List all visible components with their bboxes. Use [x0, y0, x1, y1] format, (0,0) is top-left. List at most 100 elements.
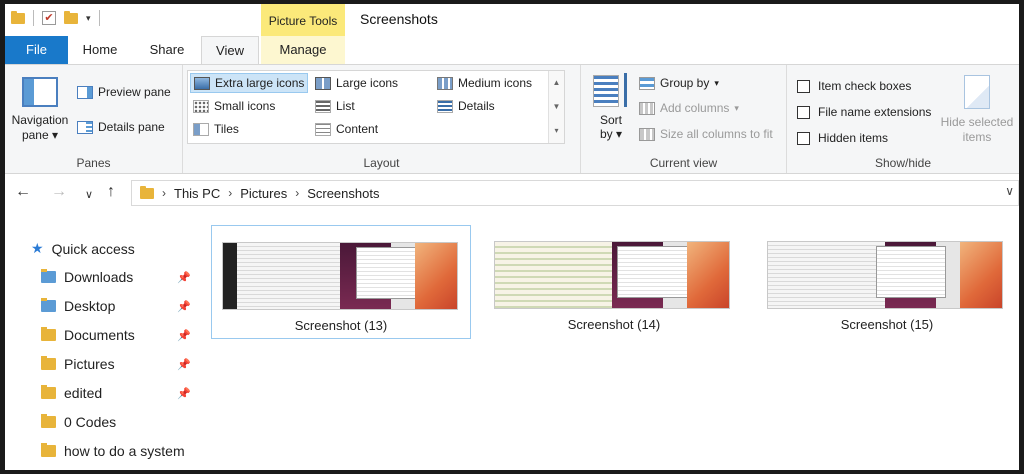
breadcrumb-pictures[interactable]: Pictures	[240, 186, 287, 201]
nav-item-0-codes[interactable]: 0 Codes	[41, 414, 116, 430]
pin-icon[interactable]: 📌	[177, 329, 191, 342]
picture-tools-context-tab: Picture Tools	[261, 4, 345, 36]
layout-content[interactable]: Content	[312, 119, 381, 139]
scroll-up-icon[interactable]: ▲	[549, 71, 564, 95]
file-item[interactable]: Screenshot (13)	[211, 225, 471, 339]
item-check-boxes-toggle[interactable]: Item check boxes	[797, 79, 911, 93]
panes-group-label: Panes	[76, 156, 111, 170]
up-arrow-icon[interactable]: ↑	[107, 183, 115, 201]
add-columns-button[interactable]: Add columns ▾	[639, 101, 739, 115]
tab-manage[interactable]: Manage	[261, 36, 345, 64]
pin-icon[interactable]: 📌	[177, 271, 191, 284]
sort-by-label-2: by	[599, 127, 613, 141]
group-by-label: Group by	[660, 76, 710, 90]
file-item[interactable]: Screenshot (15)	[757, 225, 1017, 339]
file-name: Screenshot (13)	[294, 318, 388, 333]
tab-file[interactable]: File	[5, 36, 68, 64]
pin-icon[interactable]: 📌	[177, 358, 191, 371]
panes-group: Navigation pane ▾ Preview pane Details p…	[5, 65, 183, 173]
large-icons-icon	[315, 76, 331, 90]
file-name: Screenshot (14)	[567, 317, 661, 332]
size-all-columns-button[interactable]: Size all columns to fit	[639, 127, 773, 141]
nav-item-edited[interactable]: edited 📌	[41, 385, 191, 401]
chevron-down-icon[interactable]: ∨	[1005, 184, 1014, 198]
details-pane-button[interactable]: Details pane	[77, 120, 165, 134]
address-bar[interactable]: › This PC › Pictures › Screenshots ∨	[131, 180, 1019, 206]
layout-small-icons[interactable]: Small icons	[190, 96, 278, 116]
hide-selected-label-2: items	[962, 130, 992, 144]
nav-item-how-to-do-a-system[interactable]: how to do a system	[41, 443, 185, 459]
tab-home[interactable]: Home	[68, 36, 132, 64]
thumbnail-window	[875, 246, 946, 298]
quick-access-toolbar: ✔ ▾	[11, 10, 100, 26]
show-hide-group-label: Show/hide	[874, 156, 932, 170]
pin-icon[interactable]: 📌	[177, 300, 191, 313]
item-check-boxes-label: Item check boxes	[818, 79, 912, 93]
chevron-down-icon: ▾	[616, 127, 623, 141]
content-label: Content	[336, 122, 379, 136]
tab-view[interactable]: View	[201, 36, 259, 65]
thumbnail-pane	[495, 242, 612, 308]
add-columns-icon	[639, 101, 655, 115]
navigation-pane-button[interactable]: Navigation pane ▾	[7, 77, 73, 143]
thumbnail-wallpaper	[959, 242, 1002, 308]
layout-gallery: Extra large icons Large icons Medium ico…	[187, 70, 565, 144]
documents-folder-icon	[41, 327, 56, 341]
layout-gallery-scroll: ▲ ▼ ▾	[548, 71, 564, 143]
nav-item-documents[interactable]: Documents 📌	[41, 327, 191, 343]
file-item[interactable]: Screenshot (14)	[484, 225, 744, 339]
file-thumbnail	[222, 242, 458, 310]
content-icon	[315, 122, 331, 136]
nav-item-label: how to do a system	[64, 443, 185, 459]
layout-details[interactable]: Details	[434, 96, 498, 116]
folder-icon	[41, 443, 56, 457]
medium-icons-label: Medium icons	[458, 76, 533, 90]
nav-quick-access-label: Quick access	[51, 240, 135, 257]
preview-pane-icon	[77, 85, 93, 99]
file-name-extensions-toggle[interactable]: File name extensions	[797, 105, 931, 119]
layout-extra-large-icons[interactable]: Extra large icons	[190, 73, 309, 93]
hidden-items-checkbox[interactable]	[797, 131, 810, 145]
folder-icon	[11, 10, 25, 24]
customize-toolbar-icon[interactable]: ▾	[86, 13, 91, 24]
nav-item-pictures[interactable]: Pictures 📌	[41, 356, 191, 372]
item-check-boxes-checkbox[interactable]	[797, 79, 810, 93]
sort-by-button[interactable]: Sort by ▾	[589, 73, 633, 141]
scroll-down-icon[interactable]: ▼	[549, 95, 564, 119]
preview-pane-button[interactable]: Preview pane	[77, 85, 171, 99]
hidden-items-toggle[interactable]: Hidden items	[797, 131, 888, 145]
nav-item-downloads[interactable]: Downloads 📌	[41, 269, 191, 285]
expand-gallery-icon[interactable]: ▾	[549, 119, 564, 143]
breadcrumb-this-pc[interactable]: This PC	[174, 186, 220, 201]
hide-selected-items-button[interactable]: Hide selected items	[937, 75, 1017, 145]
layout-list[interactable]: List	[312, 96, 358, 116]
back-arrow-icon[interactable]: ←	[15, 183, 31, 201]
downloads-folder-icon	[41, 269, 56, 283]
nav-item-desktop[interactable]: Desktop 📌	[41, 298, 191, 314]
pin-icon[interactable]: 📌	[177, 387, 191, 400]
forward-arrow-icon[interactable]: →	[51, 183, 67, 201]
layout-medium-icons[interactable]: Medium icons	[434, 73, 535, 93]
hide-selected-label-1: Hide selected	[940, 115, 1014, 129]
tab-share[interactable]: Share	[135, 36, 199, 64]
properties-check-icon[interactable]: ✔	[42, 11, 56, 25]
layout-tiles[interactable]: Tiles	[190, 119, 242, 139]
nav-item-label: 0 Codes	[64, 414, 117, 430]
file-name-extensions-label: File name extensions	[818, 105, 932, 119]
thumbnail-dark-strip	[223, 243, 238, 309]
file-name-extensions-checkbox[interactable]	[797, 105, 810, 119]
new-folder-icon[interactable]	[64, 10, 78, 24]
size-columns-icon	[639, 127, 655, 141]
chevron-right-icon[interactable]: ›	[228, 186, 232, 200]
breadcrumb-screenshots[interactable]: Screenshots	[307, 186, 379, 201]
address-bar-row: ← → ∨ ↑ › This PC › Pictures › Screensho…	[5, 175, 1019, 211]
folder-icon	[41, 385, 56, 399]
layout-large-icons[interactable]: Large icons	[312, 73, 401, 93]
chevron-right-icon[interactable]: ›	[162, 186, 166, 200]
nav-quick-access[interactable]: ★ Quick access	[31, 240, 135, 257]
group-by-button[interactable]: Group by ▾	[639, 76, 719, 90]
recent-locations-icon[interactable]: ∨	[85, 186, 93, 204]
size-all-columns-label: Size all columns to fit	[660, 127, 773, 141]
show-hide-group: Item check boxes File name extensions Hi…	[787, 65, 1019, 173]
chevron-right-icon[interactable]: ›	[295, 186, 299, 200]
